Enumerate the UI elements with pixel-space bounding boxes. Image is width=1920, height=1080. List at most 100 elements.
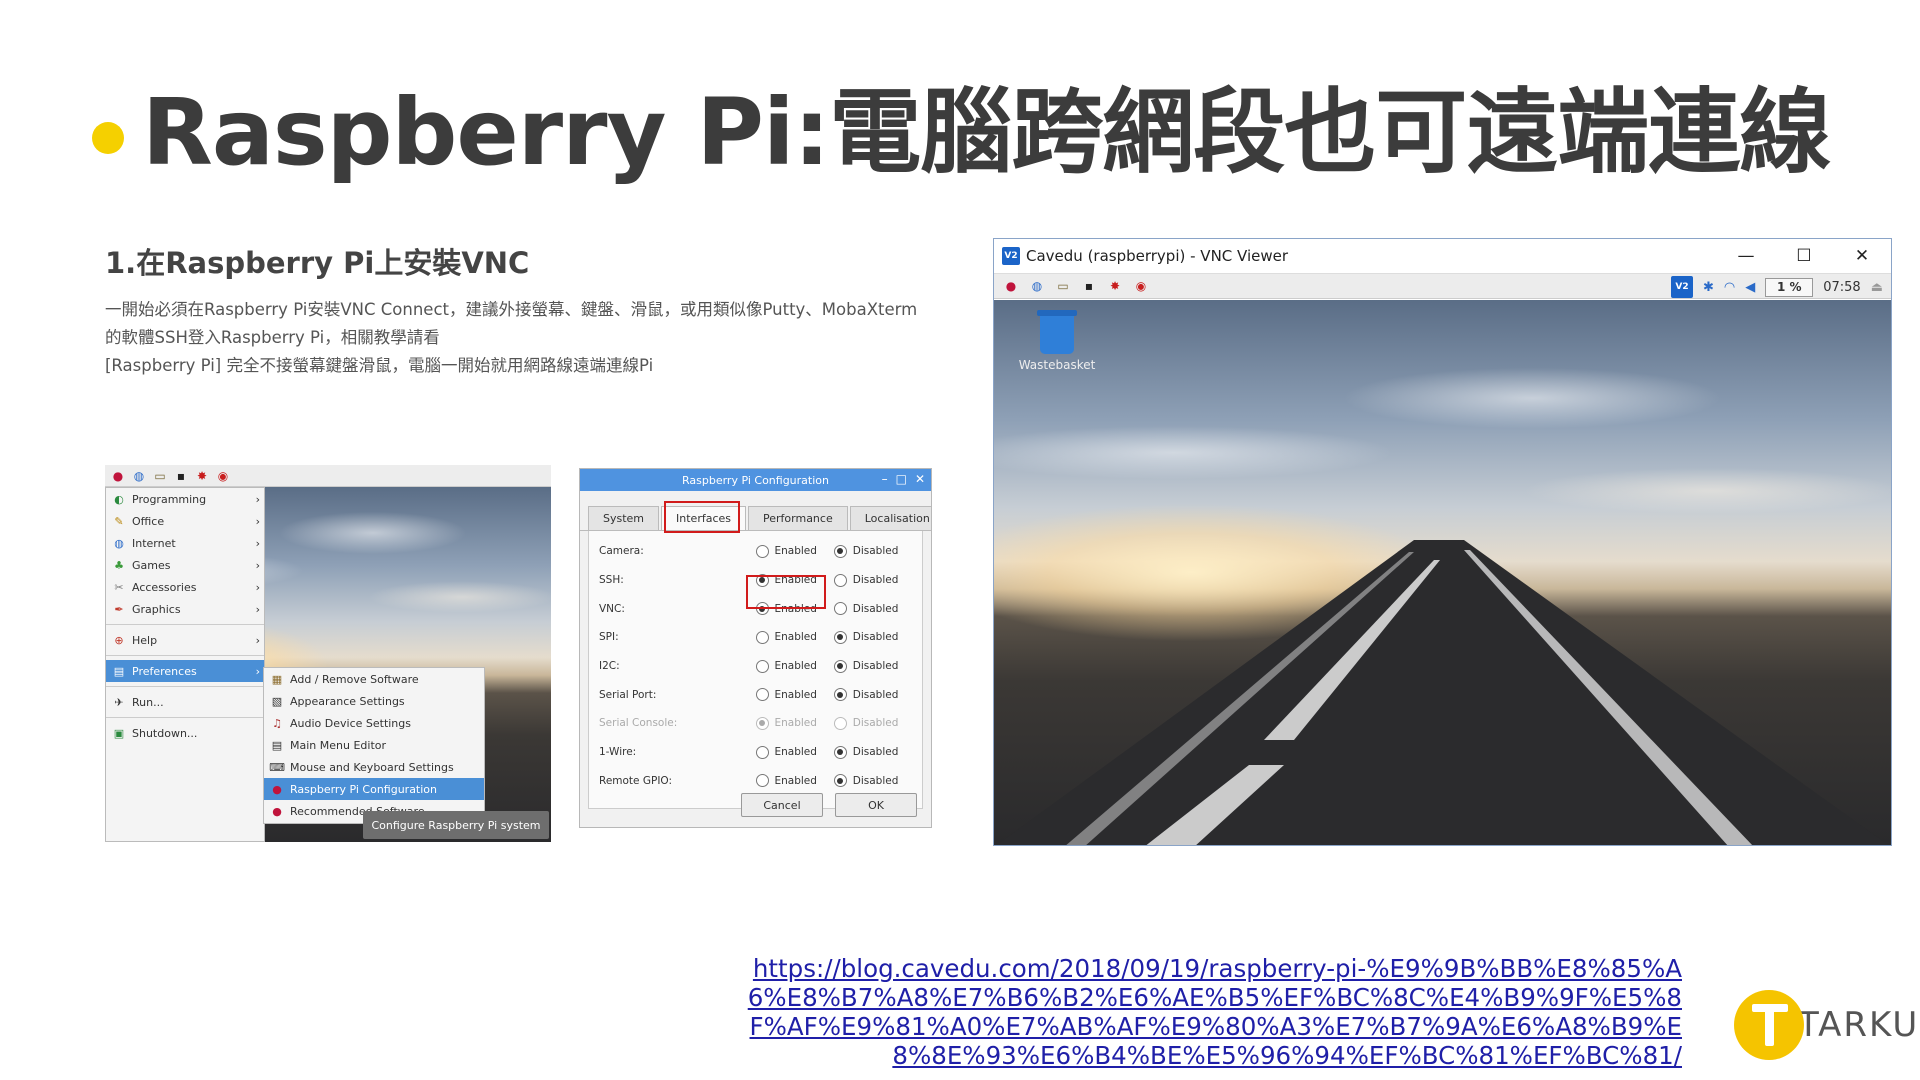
enabled-option[interactable]: Enabled [755,774,834,788]
menu-item-programming[interactable]: ◐ Programming › [106,488,264,510]
folder-icon[interactable]: ▭ [1056,279,1070,293]
vnc-tray-icon[interactable]: V2 [1670,276,1693,298]
globe-icon[interactable]: ◍ [1030,279,1044,293]
radio-button[interactable] [755,688,769,702]
menu-label: Games [132,558,171,572]
tab-localisation[interactable]: Localisation [849,506,931,530]
disabled-option[interactable]: Disabled [833,774,912,788]
menu-item-run[interactable]: ✈ Run... [106,691,264,713]
row-one-wire: 1-Wire: Enabled Disabled [599,738,912,767]
disabled-option[interactable]: Disabled [833,630,912,644]
menu-item-graphics[interactable]: ✒ Graphics › [106,598,264,620]
submenu-item-appearance[interactable]: ▧ Appearance Settings [264,690,484,712]
menu-editor-icon: ▤ [271,738,283,752]
tab-system[interactable]: System [588,506,660,530]
config-tabs: System Interfaces Performance Localisati… [580,491,931,531]
row-label: SPI: [599,631,619,644]
radio-button[interactable] [833,745,847,759]
disabled-option[interactable]: Disabled [833,544,912,558]
reference-link[interactable]: https://blog.cavedu.com/2018/09/19/raspb… [722,954,1682,1070]
wastebasket-desktop-icon[interactable]: Wastebasket [1012,310,1102,372]
minimize-icon[interactable]: — [1717,239,1775,273]
disabled-option[interactable]: Disabled [833,659,912,673]
menu-label: Preferences [132,664,197,678]
enabled-option[interactable]: Enabled [755,745,834,759]
radio-button[interactable] [755,774,769,788]
option-label: Disabled [852,688,899,701]
menu-item-preferences[interactable]: ▤ Preferences › [106,660,264,682]
radio-button[interactable] [833,774,847,788]
tarkus-logo-icon [1734,990,1804,1060]
tab-performance[interactable]: Performance [748,506,848,530]
submenu-item-audio[interactable]: ♫ Audio Device Settings [264,712,484,734]
wolfram-icon[interactable]: ✸ [1108,279,1122,293]
disabled-option[interactable]: Disabled [833,573,912,587]
maximize-icon[interactable]: □ [896,472,907,486]
submenu-item-rpi-config[interactable]: ● Raspberry Pi Configuration [264,778,484,800]
menu-item-office[interactable]: ✎ Office › [106,510,264,532]
terminal-icon[interactable]: ▪ [1082,279,1096,293]
cancel-button[interactable]: Cancel [741,793,823,817]
radio-button[interactable] [755,630,769,644]
maximize-icon[interactable]: ☐ [1775,239,1833,273]
radio-button[interactable] [833,602,847,616]
enabled-option[interactable]: Enabled [755,659,834,673]
radio-button[interactable] [833,688,847,702]
menu-item-shutdown[interactable]: ▣ Shutdown... [106,722,264,744]
radio-button[interactable] [833,630,847,644]
menu-screenshot: ● ◍ ▭ ▪ ✸ ◉ ◐ Programming › ✎ Office › ◍ Inte… [105,465,551,842]
tooltip: Configure Raspberry Pi system [363,811,549,839]
terminal-icon[interactable]: ▪ [174,469,188,483]
volume-icon[interactable]: ◀ [1745,280,1755,295]
menu-item-help[interactable]: ⊕ Help › [106,629,264,651]
menu-item-games[interactable]: ♣ Games › [106,554,264,576]
submenu-item-add-remove[interactable]: ▦ Add / Remove Software [264,668,484,690]
wifi-icon[interactable]: ◠ [1724,280,1735,295]
raspberry-icon[interactable]: ● [111,469,125,483]
submenu-item-menu-editor[interactable]: ▤ Main Menu Editor [264,734,484,756]
disabled-option[interactable]: Disabled [833,602,912,616]
option-label: Disabled [852,660,899,673]
disabled-option[interactable]: Disabled [833,745,912,759]
wolfram-icon[interactable]: ✸ [195,469,209,483]
mathematica-icon[interactable]: ◉ [1134,279,1148,293]
globe-icon[interactable]: ◍ [132,469,146,483]
mathematica-icon[interactable]: ◉ [216,469,230,483]
ok-button[interactable]: OK [835,793,917,817]
enabled-option[interactable]: Enabled [755,688,834,702]
close-icon[interactable]: ✕ [915,472,925,486]
minimize-icon[interactable]: – [882,472,888,486]
eject-icon[interactable]: ⏏ [1871,280,1883,295]
close-icon[interactable]: ✕ [1833,239,1891,273]
radio-button[interactable] [833,573,847,587]
option-label: Enabled [774,688,817,701]
enabled-option[interactable]: Enabled [755,630,834,644]
step-description: 一開始必須在Raspberry Pi安裝VNC Connect，建議外接螢幕、鍵… [105,296,955,380]
bluetooth-icon[interactable]: ✱ [1703,280,1714,295]
menu-item-internet[interactable]: ◍ Internet › [106,532,264,554]
radio-button[interactable] [833,544,847,558]
radio-button[interactable] [755,544,769,558]
radio-button[interactable] [755,659,769,673]
disabled-option[interactable]: Disabled [833,688,912,702]
option-label: Disabled [852,574,899,587]
office-icon: ✎ [114,514,124,528]
remote-desktop[interactable]: Wastebasket [994,300,1891,845]
title-row: Raspberry Pi:電腦跨網段也可遠端連線 [92,58,1831,191]
slide: Raspberry Pi:電腦跨網段也可遠端連線 1.在Raspberry Pi… [0,0,1920,1080]
radio-button[interactable] [833,659,847,673]
programming-icon: ◐ [114,492,124,506]
submenu-item-mouse-keyboard[interactable]: ⌨ Mouse and Keyboard Settings [264,756,484,778]
appearance-icon: ▧ [271,694,283,708]
enabled-option[interactable]: Enabled [755,544,834,558]
help-icon: ⊕ [114,633,124,647]
menu-item-accessories[interactable]: ✂ Accessories › [106,576,264,598]
row-label: Serial Console: [599,717,678,730]
option-label: Enabled [774,660,817,673]
raspberry-icon[interactable]: ● [1004,279,1018,293]
desc-line-3[interactable]: [Raspberry Pi] 完全不接螢幕鍵盤滑鼠，電腦一開始就用網路線遠端連線… [105,352,955,380]
folder-icon[interactable]: ▭ [153,469,167,483]
run-icon: ✈ [114,695,124,709]
radio-button[interactable] [755,745,769,759]
rpi-taskbar: ● ◍ ▭ ▪ ✸ ◉ [105,465,551,487]
